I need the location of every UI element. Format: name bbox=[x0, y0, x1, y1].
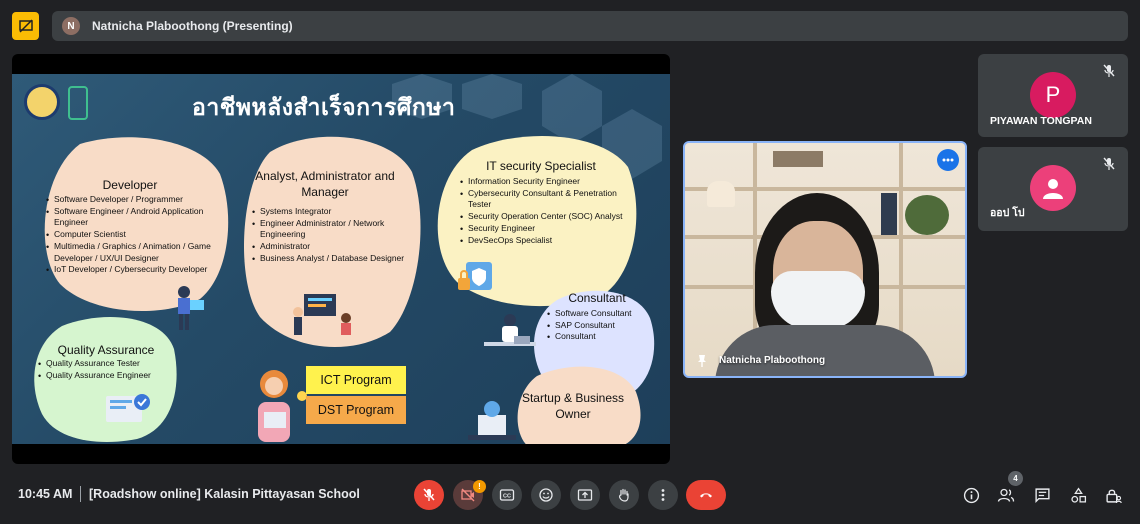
list-item: Administrator bbox=[252, 241, 412, 253]
startup-title: Startup & Business Owner bbox=[521, 391, 625, 422]
call-end-icon bbox=[700, 493, 712, 498]
list-item: IoT Developer / Cybersecurity Developer bbox=[46, 264, 224, 276]
consultant-list: Software Consultant SAP Consultant Consu… bbox=[547, 308, 647, 344]
more-options-button[interactable] bbox=[648, 480, 678, 510]
list-item: Engineer Administrator / Network Enginee… bbox=[252, 218, 412, 241]
books bbox=[881, 193, 897, 235]
chat-button[interactable] bbox=[1032, 485, 1052, 505]
lock-person-icon bbox=[1105, 489, 1122, 503]
mic-off-icon bbox=[1103, 157, 1115, 170]
activities-button[interactable] bbox=[1068, 485, 1088, 505]
svg-text:CC: CC bbox=[503, 494, 511, 500]
participant-name: ออป โป bbox=[990, 207, 1025, 219]
video-tile[interactable]: Natnicha Plaboothong bbox=[683, 141, 967, 378]
person-body bbox=[715, 325, 935, 376]
leave-call-button[interactable] bbox=[686, 480, 726, 510]
present-status-icon[interactable] bbox=[12, 12, 39, 40]
people-button[interactable] bbox=[996, 485, 1016, 505]
university-logo bbox=[24, 84, 60, 120]
list-item: Quality Assurance Engineer bbox=[38, 370, 168, 382]
list-item: Security Operation Center (SOC) Analyst bbox=[460, 211, 636, 223]
list-item: Cybersecurity Consultant & Penetration T… bbox=[460, 188, 636, 211]
activities-icon bbox=[1070, 486, 1086, 503]
list-item: Consultant bbox=[547, 331, 647, 343]
developer-list: Software Developer / Programmer Software… bbox=[46, 194, 224, 276]
present-screen-button[interactable] bbox=[570, 480, 600, 510]
student-illustration bbox=[258, 370, 307, 442]
presenter-label: Natnicha Plaboothong (Presenting) bbox=[92, 19, 293, 33]
people-count-badge: 4 bbox=[1008, 471, 1023, 486]
closed-captions-icon: CC bbox=[499, 489, 515, 501]
list-item: Software Engineer / Android Application … bbox=[46, 206, 224, 229]
participant-tile[interactable]: P PIYAWAN TONGPAN bbox=[978, 54, 1128, 137]
developer-illustration bbox=[178, 286, 204, 330]
divider bbox=[80, 486, 81, 502]
list-item: Quality Assurance Tester bbox=[38, 358, 168, 370]
chat-icon bbox=[1034, 487, 1050, 503]
list-item: Systems Integrator bbox=[252, 206, 412, 218]
lamp bbox=[707, 181, 735, 207]
dst-program-label: DST Program bbox=[306, 396, 406, 424]
more-horiz-icon bbox=[942, 158, 954, 162]
presentation-stage: อาชีพหลังสำเร็จการศึกษา Developer Softwa… bbox=[12, 54, 670, 464]
host-controls-button[interactable] bbox=[1103, 485, 1123, 505]
captions-button[interactable]: CC bbox=[492, 480, 522, 510]
info-icon bbox=[963, 487, 979, 503]
participant-avatar: P bbox=[1030, 72, 1076, 118]
security-illustration bbox=[458, 262, 492, 290]
list-item: Software Developer / Programmer bbox=[46, 194, 224, 206]
qa-list: Quality Assurance Tester Quality Assuran… bbox=[38, 358, 168, 382]
mic-off-icon bbox=[1103, 64, 1115, 77]
analyst-title: Analyst, Administrator and Manager bbox=[255, 169, 395, 200]
video-participant-name: Natnicha Plaboothong bbox=[719, 355, 826, 366]
list-item: Multimedia / Graphics / Animation / Game… bbox=[46, 241, 224, 264]
meeting-time: 10:45 AM bbox=[18, 487, 73, 501]
qa-illustration bbox=[106, 394, 150, 422]
mic-toggle-button[interactable] bbox=[414, 480, 444, 510]
reactions-button[interactable] bbox=[531, 480, 561, 510]
analyst-list: Systems Integrator Engineer Administrato… bbox=[252, 206, 412, 265]
face-mask bbox=[771, 271, 865, 329]
list-item: Software Consultant bbox=[547, 308, 647, 320]
present-to-all-icon bbox=[577, 489, 593, 501]
more-options-button[interactable] bbox=[937, 149, 959, 171]
developer-title: Developer bbox=[102, 178, 158, 192]
meeting-title: [Roadshow online] Kalasin Pittayasan Sch… bbox=[89, 487, 360, 501]
consultant-illustration bbox=[484, 314, 536, 346]
raise-hand-button[interactable] bbox=[609, 480, 639, 510]
camera-alert-badge: ! bbox=[473, 480, 486, 493]
participant-tile[interactable]: ออป โป bbox=[978, 147, 1128, 231]
consultant-title: Consultant bbox=[568, 291, 626, 305]
analyst-illustration bbox=[293, 294, 351, 335]
list-item: Security Engineer bbox=[460, 223, 636, 235]
startup-illustration bbox=[468, 401, 516, 440]
security-list: Information Security Engineer Cybersecur… bbox=[460, 176, 636, 247]
pin-icon[interactable] bbox=[695, 354, 709, 368]
plant bbox=[905, 195, 949, 235]
participant-name: PIYAWAN TONGPAN bbox=[990, 115, 1092, 127]
mic-off-icon bbox=[423, 488, 435, 501]
people-icon bbox=[997, 488, 1015, 502]
slide-title: อาชีพหลังสำเร็จการศึกษา bbox=[192, 95, 456, 121]
presenter-avatar: N bbox=[62, 17, 80, 35]
slide: อาชีพหลังสำเร็จการศึกษา Developer Softwa… bbox=[12, 74, 670, 444]
emoji-icon bbox=[539, 488, 553, 502]
list-item: DevSecOps Specialist bbox=[460, 235, 636, 247]
presenter-bar: N Natnicha Plaboothong (Presenting) bbox=[52, 11, 1128, 41]
ict-program-label: ICT Program bbox=[306, 366, 406, 394]
list-item: Computer Scientist bbox=[46, 229, 224, 241]
list-item: Business Analyst / Database Designer bbox=[252, 253, 412, 265]
security-title: IT security Specialist bbox=[486, 159, 596, 173]
qa-title: Quality Assurance bbox=[57, 343, 155, 357]
participant-avatar bbox=[1030, 165, 1076, 211]
meeting-details-button[interactable] bbox=[961, 485, 981, 505]
faculty-logo bbox=[68, 86, 88, 120]
more-vert-icon bbox=[661, 489, 665, 501]
list-item: SAP Consultant bbox=[547, 320, 647, 332]
books bbox=[773, 151, 823, 167]
list-item: Information Security Engineer bbox=[460, 176, 636, 188]
hand-icon bbox=[618, 488, 629, 502]
person-icon bbox=[1043, 179, 1063, 199]
